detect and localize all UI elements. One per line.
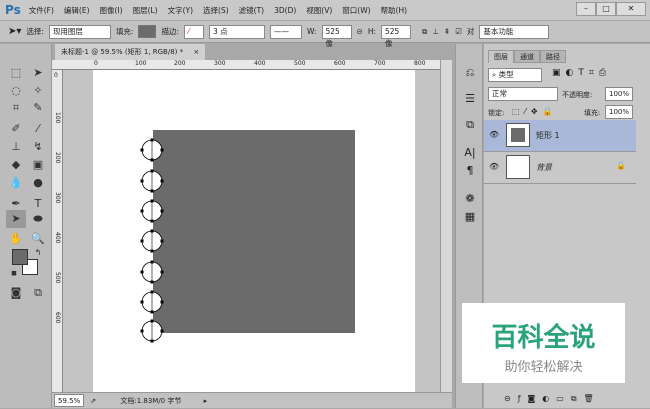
vertical-scrollbar[interactable] — [440, 60, 452, 392]
layer-name: 矩形 1 — [536, 131, 560, 140]
lock-icon: 🔒 — [616, 161, 626, 170]
anchor-point — [140, 239, 144, 243]
styles-panel-icon[interactable]: ▦ — [461, 208, 479, 226]
blend-mode-dropdown[interactable]: 正常 — [488, 87, 558, 101]
character-panel-icon[interactable]: A| — [461, 144, 479, 162]
watermark: 百科全说 助你轻松解决 — [462, 303, 625, 383]
layer-name: 背景 — [536, 163, 552, 172]
rectangle-shape — [153, 130, 355, 333]
anchor-point — [140, 209, 144, 213]
opacity-label: 不透明度: — [562, 91, 593, 99]
export-icon[interactable]: ⇗ — [90, 397, 96, 405]
anchor-point — [160, 209, 164, 213]
filter-value: 类型 — [498, 70, 514, 79]
opacity-field[interactable]: 100% — [605, 87, 633, 101]
lock-label: 锁定: — [488, 109, 505, 117]
paragraph-panel-icon[interactable]: ¶ — [461, 162, 479, 180]
fill-label: 填充: — [584, 109, 601, 117]
anchor-point — [140, 270, 144, 274]
anchor-point — [160, 300, 164, 304]
anchor-point — [160, 148, 164, 152]
tab-paths[interactable]: 路径 — [540, 50, 566, 63]
layer-actions[interactable]: ⊝ƒ◙◐▭⧉🗑 — [504, 394, 601, 404]
layer-row-rectangle[interactable]: 👁 矩形 1 — [484, 120, 636, 152]
history-panel-icon[interactable]: ⎌ — [461, 64, 479, 82]
layer-row-background[interactable]: 👁 背景 🔒 — [484, 152, 636, 184]
zoom-field[interactable]: 59.5% — [54, 394, 84, 407]
watermark-subtitle: 助你轻松解决 — [504, 360, 583, 375]
layer-thumbnail — [506, 123, 530, 147]
status-bar: 59.5% ⇗ 文档:1.83M/0 字节 ▸ — [52, 392, 452, 408]
anchor-point — [160, 239, 164, 243]
anchor-point — [160, 179, 164, 183]
tab-channels[interactable]: 通道 — [514, 50, 540, 63]
swatches-panel-icon[interactable]: ❁ — [461, 190, 479, 208]
anchor-point — [140, 179, 144, 183]
anchor-point — [160, 270, 164, 274]
anchor-point — [140, 300, 144, 304]
visibility-eye-icon[interactable]: 👁 — [489, 130, 499, 139]
anchor-point — [140, 329, 144, 333]
anchor-point — [160, 329, 164, 333]
filter-icons[interactable]: ▣◐T⌗⎙ — [552, 68, 611, 78]
status-menu-arrow-icon[interactable]: ▸ — [204, 397, 208, 405]
lock-icons[interactable]: ⬚⁄✥🔒 — [512, 107, 558, 116]
layer-thumbnail — [506, 155, 530, 179]
watermark-title: 百科全说 — [491, 323, 596, 353]
filter-dropdown[interactable]: ⌕ 类型 — [488, 68, 542, 82]
tab-layers[interactable]: 图层 — [488, 50, 514, 63]
clone-source-icon[interactable]: ⧉ — [461, 116, 479, 134]
anchor-point — [140, 148, 144, 152]
visibility-eye-icon[interactable]: 👁 — [489, 162, 499, 171]
properties-panel-icon[interactable]: ☰ — [461, 90, 479, 108]
document-info: 文档:1.83M/0 字节 — [120, 397, 182, 405]
fill-field[interactable]: 100% — [605, 105, 633, 119]
foreground-color-swatch[interactable] — [12, 249, 28, 265]
